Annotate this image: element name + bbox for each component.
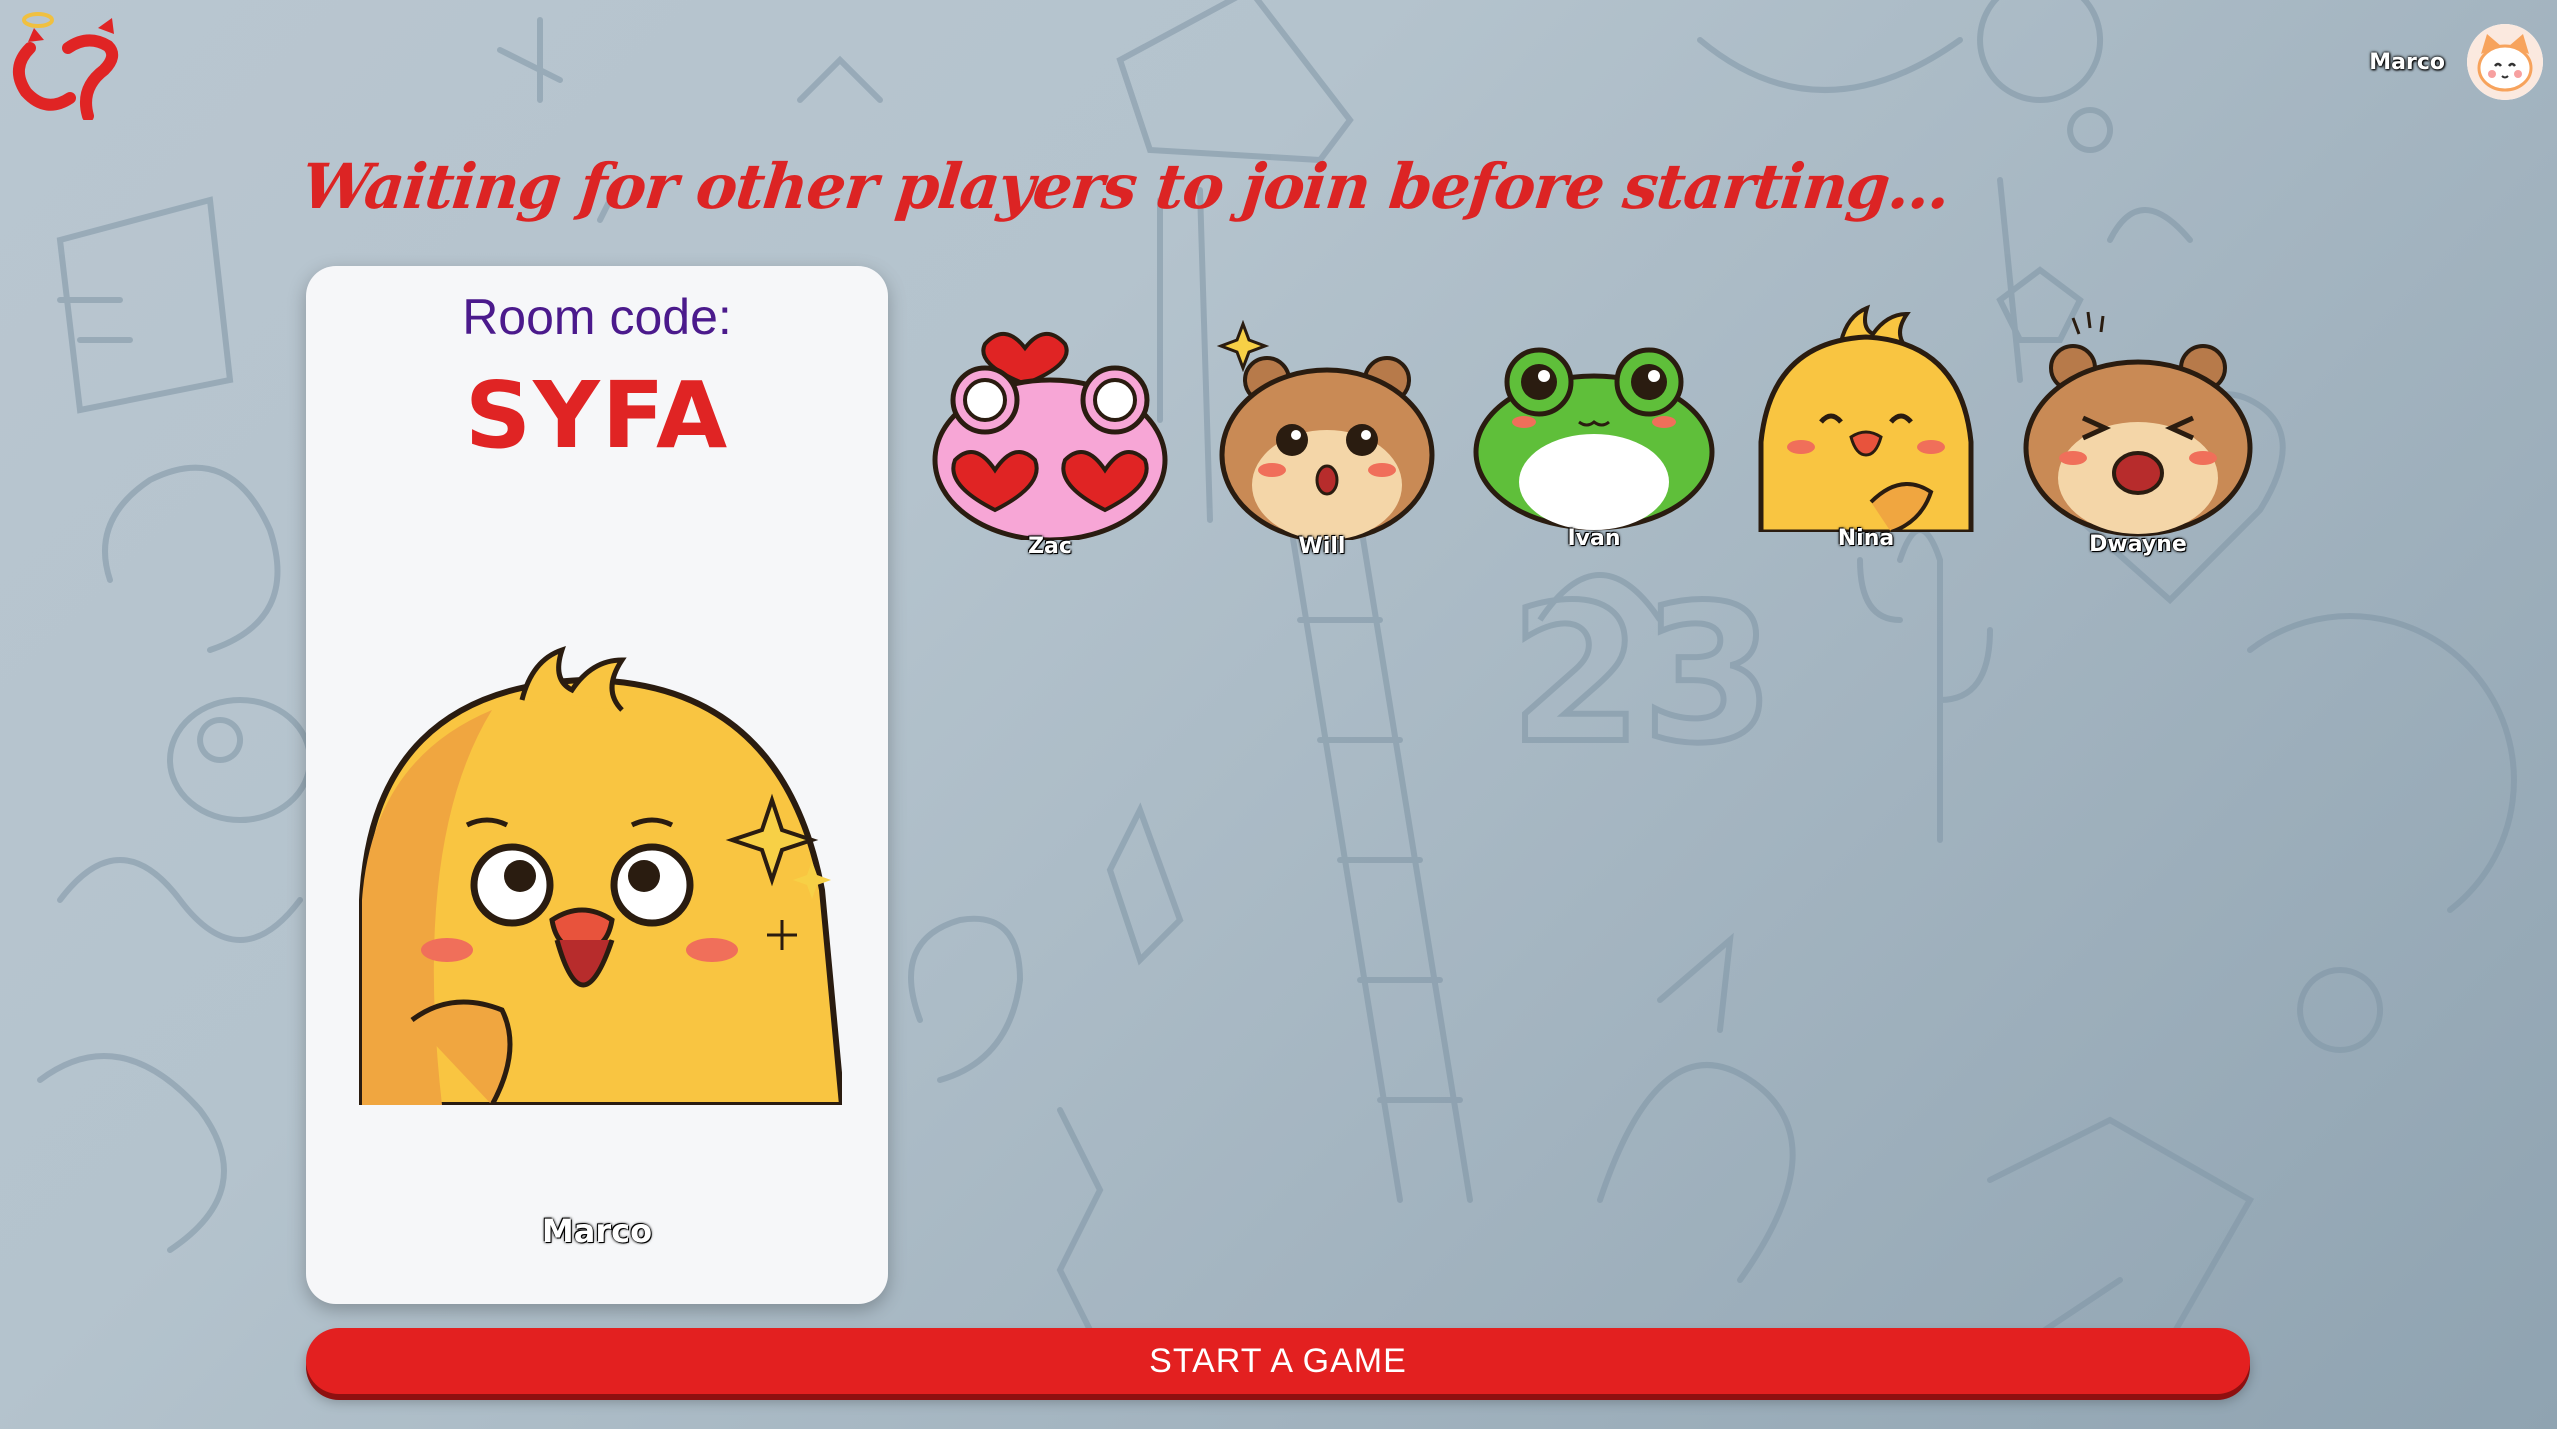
hamster-avatar-icon (2023, 311, 2253, 537)
player-name: Ivan (1567, 526, 1621, 551)
app-logo-icon (13, 12, 119, 122)
player-name: Will (1298, 534, 1346, 559)
start-game-button[interactable]: START A GAME (306, 1328, 2250, 1394)
player-name: Zac (1028, 534, 1072, 559)
player-card: Zac (920, 320, 1180, 559)
hamster-avatar-icon (1216, 320, 1435, 540)
cat-avatar-icon (2467, 24, 2543, 100)
app-logo[interactable] (8, 8, 128, 122)
chick-avatar-icon (359, 646, 842, 1105)
user-profile[interactable]: Marco (2369, 0, 2557, 124)
pink-frog-avatar-icon (932, 332, 1168, 540)
green-frog-avatar-icon (1473, 347, 1715, 531)
player-name: Dwayne (2089, 532, 2187, 557)
players-list: Zac Will Ivan Nina Dwayne (920, 290, 2280, 590)
chick-avatar-icon (1758, 304, 1974, 532)
player-card: Ivan (1464, 312, 1724, 551)
player-card: Will (1192, 320, 1452, 559)
user-name: Marco (2369, 49, 2445, 75)
user-avatar[interactable] (2467, 24, 2543, 100)
waiting-headline: Waiting for other players to join before… (298, 150, 1953, 223)
room-code-label: Room code: (462, 289, 732, 345)
host-name: Marco (541, 1212, 653, 1250)
svg-text:23: 23 (1510, 564, 1774, 785)
player-card: Nina (1736, 302, 1996, 551)
room-code: SYFA (464, 362, 730, 469)
player-card: Dwayne (2008, 308, 2268, 557)
